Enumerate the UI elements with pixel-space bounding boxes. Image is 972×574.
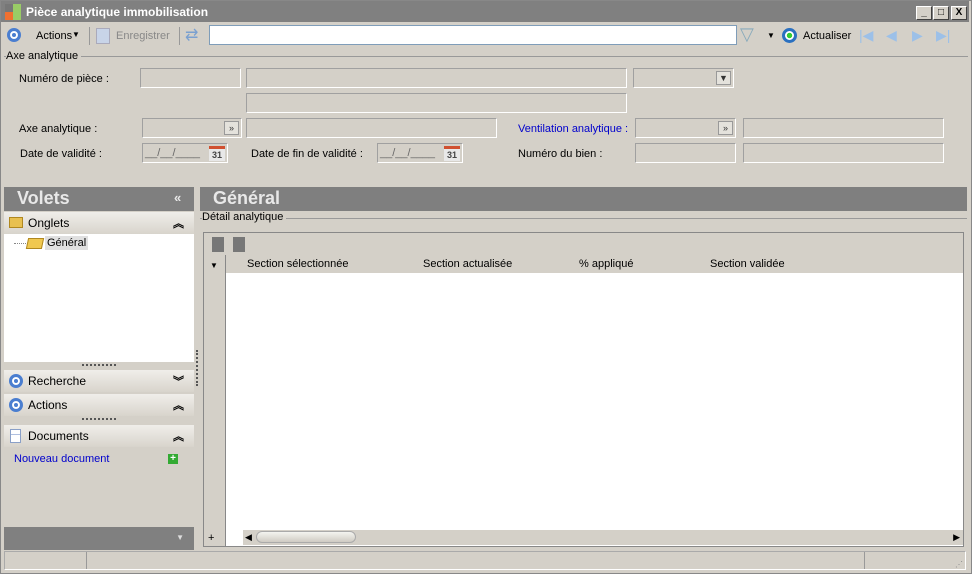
dropdown-arrow-icon: ▼: [72, 30, 80, 39]
asset-number-input[interactable]: [635, 143, 736, 163]
column-header[interactable]: Section sélectionnée: [247, 258, 349, 270]
axis-description-input[interactable]: [246, 118, 497, 138]
row-selector-column: ▼ +: [204, 255, 226, 546]
splitter-handle[interactable]: [82, 364, 116, 366]
piece-number-label: Numéro de pièce :: [19, 73, 109, 85]
calendar-icon[interactable]: 31: [444, 146, 460, 161]
calendar-icon[interactable]: 31: [209, 146, 225, 161]
scroll-right-icon[interactable]: ▶: [953, 532, 960, 543]
horizontal-scrollbar[interactable]: ◀ ▶: [243, 530, 963, 545]
chevron-up-icon[interactable]: ︽: [173, 215, 184, 231]
tabs-section-header[interactable]: Onglets ︽: [4, 212, 194, 234]
axis-group-label: Axe analytique: [6, 50, 82, 62]
maximize-button[interactable]: □: [933, 6, 949, 20]
filter-dropdown-icon[interactable]: ▼: [767, 31, 775, 40]
sync-icon[interactable]: ⇄: [185, 25, 198, 45]
scroll-left-icon[interactable]: ◀: [245, 532, 252, 543]
actions-menu-button[interactable]: Actions: [36, 30, 72, 42]
sidebar-resize-handle[interactable]: [196, 350, 198, 386]
tabs-tree: Général: [4, 234, 194, 362]
search-section-icon: [9, 374, 23, 388]
tree-item-general[interactable]: Général: [45, 236, 89, 250]
filter-icon[interactable]: ▽: [740, 24, 754, 45]
title-bar: Pièce analytique immobilisation _ □ X: [1, 1, 969, 22]
close-button[interactable]: X: [951, 6, 967, 20]
refresh-icon: [782, 28, 797, 43]
next-record-icon[interactable]: ▶: [912, 27, 923, 44]
piece-description2-input[interactable]: [246, 93, 627, 113]
piece-type-select[interactable]: ▼: [633, 68, 734, 88]
column-header[interactable]: % appliqué: [579, 258, 633, 270]
ventilation-select[interactable]: »: [635, 118, 736, 138]
sidebar-footer: ▼: [4, 527, 194, 550]
new-document-link[interactable]: Nouveau document: [14, 453, 109, 465]
axis-select[interactable]: »: [142, 118, 242, 138]
main-header: Général: [200, 187, 967, 211]
asset-number-label: Numéro du bien :: [518, 148, 603, 160]
validity-date-input[interactable]: __/__/____ 31: [142, 143, 228, 163]
column-header[interactable]: Section validée: [710, 258, 785, 270]
column-header[interactable]: Section actualisée: [423, 258, 512, 270]
ventilation-link[interactable]: Ventilation analytique :: [518, 123, 628, 135]
save-icon: [96, 28, 110, 44]
app-icon: [5, 4, 21, 20]
window-title: Pièce analytique immobilisation: [26, 5, 209, 19]
asset-description-input[interactable]: [743, 143, 944, 163]
search-section-header[interactable]: Recherche ︾: [4, 370, 194, 392]
piece-description-input[interactable]: [246, 68, 627, 88]
actions-section-header[interactable]: Actions ︽: [4, 394, 194, 416]
splitter-handle[interactable]: [82, 418, 116, 420]
first-record-icon[interactable]: |◀: [859, 27, 873, 44]
grid-toolbar: [204, 233, 963, 255]
end-validity-date-label: Date de fin de validité :: [251, 148, 363, 160]
ventilation-description-input[interactable]: [743, 118, 944, 138]
search-input[interactable]: [209, 25, 737, 45]
sidebar-title: Volets: [17, 188, 70, 208]
piece-number-input[interactable]: [140, 68, 241, 88]
new-row-icon[interactable]: [212, 237, 224, 252]
collapse-sidebar-button[interactable]: «: [174, 190, 181, 205]
actions-section-icon: [9, 398, 23, 412]
add-row-button[interactable]: +: [208, 532, 214, 544]
validity-date-label: Date de validité :: [20, 148, 102, 160]
edit-row-icon[interactable]: [233, 237, 245, 252]
axis-label: Axe analytique :: [19, 123, 98, 135]
end-validity-date-input[interactable]: __/__/____ 31: [377, 143, 463, 163]
scrollbar-thumb[interactable]: [256, 531, 356, 543]
minimize-button[interactable]: _: [916, 6, 932, 20]
previous-record-icon[interactable]: ◀: [886, 27, 897, 44]
main-title: Général: [213, 188, 281, 208]
chevron-down-icon[interactable]: ▼: [716, 71, 731, 85]
last-record-icon[interactable]: ▶|: [936, 27, 950, 44]
resize-grip-icon[interactable]: ⋰: [955, 560, 963, 569]
detail-grid: ▼ + Section sélectionnée Section actuali…: [203, 232, 964, 547]
double-chevron-down-icon[interactable]: »: [718, 121, 733, 135]
detail-group-label: Détail analytique: [202, 211, 287, 223]
actions-icon[interactable]: [7, 28, 21, 42]
document-icon: [10, 429, 21, 443]
chevron-up-icon[interactable]: ︽: [173, 397, 184, 413]
grid-header-row: Section sélectionnée Section actualisée …: [226, 255, 963, 273]
column-chooser-icon[interactable]: ▼: [210, 261, 218, 270]
chevron-down-icon[interactable]: ︾: [173, 373, 184, 389]
add-icon[interactable]: +: [168, 454, 178, 464]
sidebar-header: Volets «: [4, 187, 194, 211]
save-button[interactable]: Enregistrer: [116, 30, 170, 42]
sidebar-menu-icon[interactable]: ▼: [176, 533, 184, 542]
open-folder-icon: [25, 238, 45, 249]
folder-icon: [9, 217, 23, 228]
status-bar: ⋰: [4, 551, 966, 570]
double-chevron-down-icon[interactable]: »: [224, 121, 239, 135]
chevron-up-icon[interactable]: ︽: [173, 428, 184, 444]
refresh-button[interactable]: Actualiser: [803, 30, 851, 42]
documents-section-header[interactable]: Documents ︽: [4, 425, 194, 447]
